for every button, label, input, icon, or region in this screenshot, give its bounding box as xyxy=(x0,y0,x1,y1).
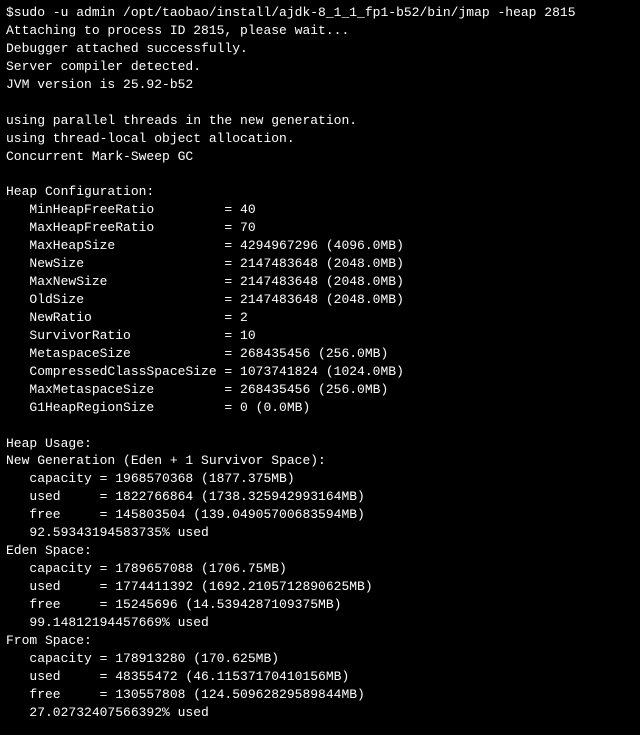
terminal-output: $sudo -u admin /opt/taobao/install/ajdk-… xyxy=(0,0,640,726)
